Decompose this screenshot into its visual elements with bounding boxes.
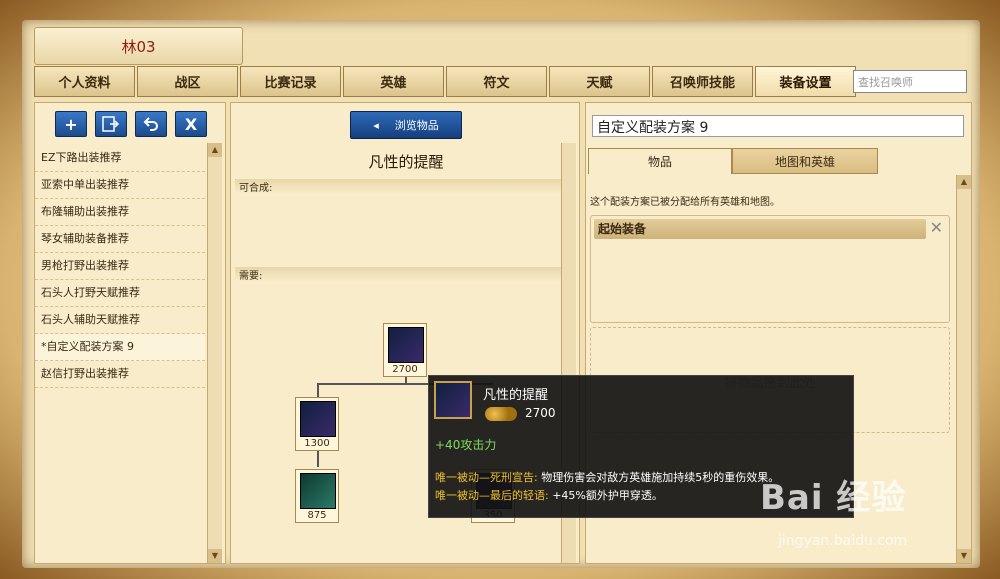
plus-icon: +	[64, 114, 78, 134]
list-item[interactable]: 赵信打野出装推荐	[35, 361, 205, 388]
scroll-up-icon[interactable]: ▲	[957, 175, 971, 189]
block-title[interactable]: 起始装备	[594, 219, 926, 239]
list-item[interactable]: 石头人辅助天赋推荐	[35, 307, 205, 334]
list-scrollbar[interactable]: ▲ ▼	[207, 143, 222, 563]
tooltip-unique-passive-2: 唯一被动—最后的轻语: +45%额外护甲穿透。	[435, 489, 663, 502]
item-set-toolbar: + X	[55, 111, 207, 137]
watermark-logo: Bai 经验	[760, 478, 907, 518]
tab-profile[interactable]: 个人资料	[34, 66, 135, 97]
scroll-down-icon[interactable]: ▼	[208, 549, 222, 563]
item-node-root[interactable]: 2700	[383, 323, 427, 377]
tab-champions[interactable]: 英雄	[343, 66, 444, 97]
tab-summoner-spells[interactable]: 召唤师技能	[652, 66, 753, 97]
tab-region[interactable]: 战区	[137, 66, 238, 97]
tree-connector	[317, 451, 319, 467]
watermark-url: jingyan.baidu.com	[778, 533, 908, 549]
item-icon	[434, 381, 472, 419]
profile-tabs: 个人资料 战区 比赛记录 英雄 符文 天赋 召唤师技能 装备设置	[34, 66, 858, 97]
starting-items-block: 起始装备 ✕	[590, 215, 950, 323]
tab-runes[interactable]: 符文	[446, 66, 547, 97]
close-icon[interactable]: ✕	[930, 218, 943, 237]
editor-scrollbar[interactable]: ▲ ▼	[956, 175, 971, 563]
import-icon	[102, 116, 120, 132]
tab-masteries[interactable]: 天赋	[549, 66, 650, 97]
tab-maps-champions[interactable]: 地图和英雄	[732, 148, 878, 174]
tooltip-price: 2700	[525, 406, 556, 420]
item-node-component[interactable]: 1300	[295, 397, 339, 451]
builds-into-label: 可合成:	[235, 179, 575, 194]
chevron-left-icon: ◂	[373, 118, 379, 132]
add-set-button[interactable]: +	[55, 111, 87, 137]
undo-button[interactable]	[135, 111, 167, 137]
item-node-subcomponent[interactable]: 875	[295, 469, 339, 523]
requires-label: 需要:	[235, 267, 575, 282]
tooltip-stat: +40攻击力	[435, 438, 497, 452]
tab-item-sets[interactable]: 装备设置	[755, 66, 856, 97]
list-item[interactable]: 石头人打野天赋推荐	[35, 280, 205, 307]
summoner-name-tab: 林03	[34, 27, 243, 65]
set-name-input[interactable]: 自定义配装方案 9	[592, 115, 964, 137]
list-item[interactable]: 亚索中单出装推荐	[35, 172, 205, 199]
list-item[interactable]: 布隆辅助出装推荐	[35, 199, 205, 226]
item-icon	[300, 473, 336, 509]
gold-coins-icon	[485, 407, 517, 421]
item-icon	[300, 401, 336, 437]
item-icon	[388, 327, 424, 363]
tooltip-unique-passive-1: 唯一被动—死刑宣告: 物理伤害会对敌方英雄施加持续5秒的重伤效果。	[435, 471, 780, 484]
list-item[interactable]: 琴女辅助装备推荐	[35, 226, 205, 253]
import-set-button[interactable]	[95, 111, 127, 137]
browse-items-button[interactable]: ◂ 浏览物品	[350, 111, 462, 139]
tree-connector	[317, 383, 319, 397]
summoner-search-input[interactable]: 查找召唤师	[853, 70, 967, 93]
tab-items[interactable]: 物品	[588, 148, 732, 174]
list-item[interactable]: EZ下路出装推荐	[35, 145, 205, 172]
tree-connector	[405, 376, 407, 384]
tab-match-history[interactable]: 比赛记录	[240, 66, 341, 97]
scroll-up-icon[interactable]: ▲	[208, 143, 222, 157]
delete-set-button[interactable]: X	[175, 111, 207, 137]
undo-icon	[143, 117, 158, 131]
list-item[interactable]: 男枪打野出装推荐	[35, 253, 205, 280]
close-icon: X	[184, 114, 198, 134]
list-item-selected[interactable]: *自定义配装方案 9	[35, 334, 205, 361]
item-title: 凡性的提醒	[368, 153, 444, 171]
assignment-note: 这个配装方案已被分配给所有英雄和地图。	[590, 197, 780, 208]
item-set-list-panel: + X EZ下路出装推荐 亚索中单出装推荐 布隆辅助出装推荐 琴女辅助装备推荐 …	[34, 102, 226, 564]
item-set-list: EZ下路出装推荐 亚索中单出装推荐 布隆辅助出装推荐 琴女辅助装备推荐 男枪打野…	[35, 145, 205, 388]
scroll-down-icon[interactable]: ▼	[957, 549, 971, 563]
tooltip-item-name: 凡性的提醒	[483, 388, 549, 403]
